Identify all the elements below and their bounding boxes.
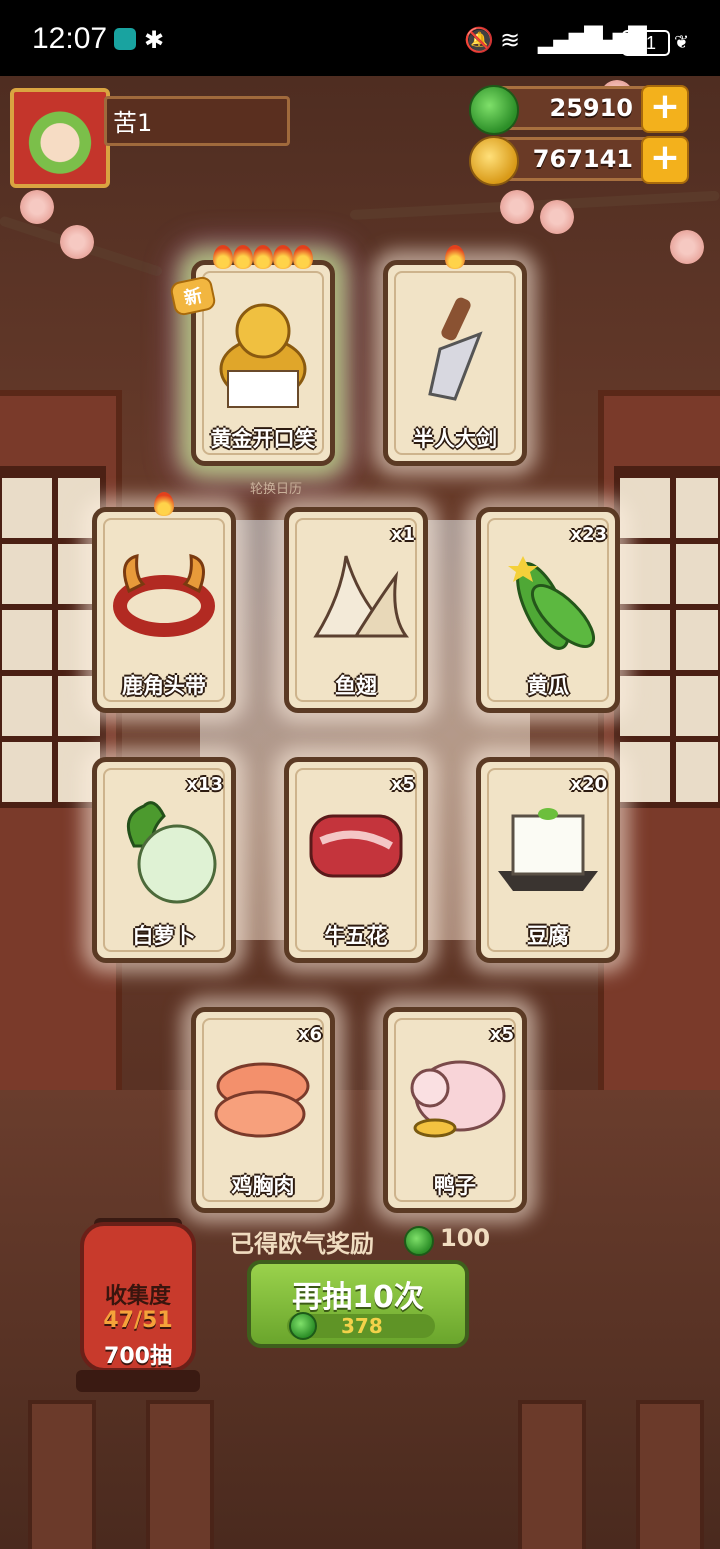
item-name: 鸭子	[434, 1174, 476, 1198]
battery-indicator: 91	[622, 30, 670, 56]
sword-icon	[400, 289, 510, 413]
award-label: 已得欧气奖励	[230, 1230, 374, 1258]
flame-icon	[233, 245, 253, 269]
item-quantity: x6	[297, 1024, 322, 1045]
item-name: 半人大剑	[413, 427, 497, 451]
item-card[interactable]: x5 牛五花	[284, 757, 428, 963]
blossom	[20, 190, 54, 224]
item-name: 鹿角头带	[122, 674, 206, 698]
tofu-icon	[493, 786, 603, 910]
rarity-flames	[388, 245, 522, 274]
item-quantity: x5	[390, 774, 415, 795]
jade-currency: 25910 +	[469, 85, 689, 135]
wifi-icon: ≋	[500, 26, 521, 54]
item-card[interactable]: x23 黄瓜	[476, 507, 620, 713]
gold-currency: 767141 +	[469, 136, 689, 186]
award-value: 100	[440, 1224, 491, 1252]
item-name: 牛五花	[324, 924, 388, 948]
player-avatar[interactable]	[10, 88, 110, 188]
mute-icon: 🔕	[464, 26, 494, 54]
draw-again-label: 再抽10次	[292, 1280, 424, 1315]
rotation-calendar-label: 轮换日历	[250, 482, 303, 497]
item-card[interactable]: 半人大剑	[383, 245, 527, 466]
jade-amount: 25910	[549, 94, 634, 122]
item-name: 白萝卜	[132, 924, 196, 948]
player-name: 苦1	[104, 96, 290, 146]
collection-lantern-button[interactable]: 收集度 47/51 700抽	[80, 1222, 196, 1372]
fence-post	[636, 1400, 704, 1549]
add-jade-button[interactable]: +	[641, 85, 689, 133]
item-card[interactable]: 新黄金开口笑	[168, 245, 335, 466]
flame-icon	[293, 245, 313, 269]
jade-coin-icon	[404, 1226, 434, 1256]
flame-icon	[253, 245, 273, 269]
chicken-breast-icon	[208, 1036, 318, 1160]
bluetooth-icon: ✱	[144, 26, 165, 54]
draw-again-button[interactable]: 再抽10次 378	[247, 1260, 469, 1348]
leaf-icon: ❦	[674, 32, 690, 53]
jade-coin-icon	[289, 1312, 317, 1340]
clock: 12:07	[32, 22, 108, 55]
flame-icon	[213, 245, 233, 269]
golden-dragon-icon	[208, 289, 318, 413]
gold-amount: 767141	[532, 145, 633, 173]
item-card[interactable]: 鹿角头带	[92, 492, 236, 713]
blossom	[540, 200, 574, 234]
radish-icon	[109, 786, 219, 910]
item-quantity: x20	[570, 774, 607, 795]
collection-progress: 47/51	[103, 1308, 173, 1333]
blossom	[60, 225, 94, 259]
item-quantity: x1	[390, 524, 415, 545]
rarity-flames	[97, 492, 231, 521]
item-card[interactable]: x20 豆腐	[476, 757, 620, 963]
item-name: 鸡胸肉	[231, 1174, 295, 1198]
blossom	[670, 230, 704, 264]
item-name: 黄瓜	[527, 674, 569, 698]
item-card[interactable]: x13 白萝卜	[92, 757, 236, 963]
cucumber-icon	[493, 536, 603, 660]
fence-post	[518, 1400, 586, 1549]
fence-post	[146, 1400, 214, 1549]
flame-icon	[273, 245, 293, 269]
item-card[interactable]: x5 鸭子	[383, 1007, 527, 1213]
blossom	[500, 190, 534, 224]
lantern-stand	[76, 1370, 200, 1392]
right-door-panel	[598, 390, 720, 1102]
item-name: 豆腐	[527, 924, 569, 948]
blossom-branch	[349, 190, 720, 220]
antler-headband-icon	[109, 536, 219, 660]
jade-coin-icon	[469, 85, 519, 135]
flame-icon	[445, 245, 465, 269]
app-notification-icon	[114, 28, 136, 50]
duck-icon	[400, 1036, 510, 1160]
item-name: 黄金开口笑	[210, 427, 316, 451]
collection-draws: 700抽	[104, 1344, 172, 1369]
shark-fin-icon	[301, 536, 411, 660]
collection-title: 收集度	[104, 1284, 171, 1309]
item-name: 鱼翅	[335, 674, 377, 698]
fence-post	[28, 1400, 96, 1549]
item-quantity: x5	[489, 1024, 514, 1045]
item-card[interactable]: x6 鸡胸肉	[191, 1007, 335, 1213]
item-quantity: x13	[186, 774, 223, 795]
rarity-flames	[196, 245, 330, 274]
draw-cost: 378	[341, 1314, 383, 1338]
add-gold-button[interactable]: +	[641, 136, 689, 184]
item-quantity: x23	[570, 524, 607, 545]
gold-coin-icon	[469, 136, 519, 186]
status-bar: 12:07 ✱ 🔕 ≋ ▂▄▆█ ▂▄▆█ 91 ❦	[0, 0, 720, 76]
item-card[interactable]: x1 鱼翅	[284, 507, 428, 713]
flame-icon	[154, 492, 174, 516]
beef-icon	[301, 786, 411, 910]
